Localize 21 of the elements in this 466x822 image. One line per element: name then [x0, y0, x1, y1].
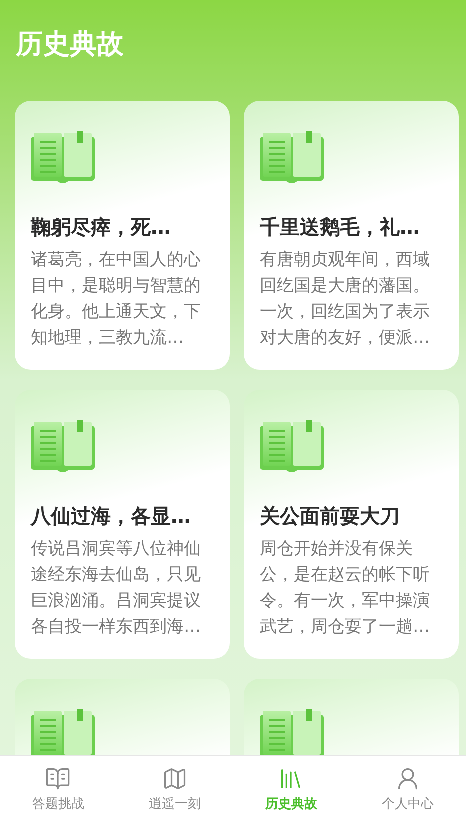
book-icon [260, 420, 324, 474]
story-card[interactable]: 八仙过海，各显… 传说吕洞宾等八位神仙途经东海去仙岛，只见巨浪汹涌。吕洞宾提议各自投一样东西到海… [15, 390, 230, 659]
story-summary: 诸葛亮，在中国人的心目中，是聪明与智慧的化身。他上通天文，下知地理，三教九流… [31, 249, 202, 350]
book-icon [31, 131, 95, 185]
story-card[interactable]: 关公面前耍大刀 周仓开始并没有保关公，是在赵云的帐下听令。有一次，军中操演武艺，周仓耍了一趟… [244, 390, 459, 659]
story-summary: 传说吕洞宾等八位神仙途经东海去仙岛，只见巨浪汹涌。吕洞宾提议各自投一样东西到海… [31, 538, 202, 639]
story-card[interactable]: 千里送鹅毛，礼… 有唐朝贞观年间，西域回纥国是大唐的藩国。一次，回纥国为了表示对大唐的友好，便派… [244, 101, 459, 370]
story-summary: 有唐朝贞观年间，西域回纥国是大唐的藩国。一次，回纥国为了表示对大唐的友好，便派… [260, 249, 431, 350]
page-title: 历史典故 [16, 28, 124, 62]
story-title: 关公面前耍大刀 [260, 503, 400, 530]
story-summary: 周仓开始并没有保关公，是在赵云的帐下听令。有一次，军中操演武艺，周仓耍了一趟… [260, 538, 431, 639]
book-icon [45, 766, 72, 792]
story-title: 鞠躬尽瘁，死… [31, 214, 171, 241]
book-icon [31, 420, 95, 474]
book-icon [260, 709, 324, 755]
story-title: 千里送鹅毛，礼… [260, 214, 420, 241]
story-title: 八仙过海，各显… [31, 503, 191, 530]
story-card[interactable]: 鞠躬尽瘁，死… 诸葛亮，在中国人的心目中，是聪明与智慧的化身。他上通天文，下知地理，三教九流… [15, 101, 230, 370]
book-icon [260, 131, 324, 185]
book-icon [31, 709, 95, 755]
map-icon [162, 766, 188, 792]
